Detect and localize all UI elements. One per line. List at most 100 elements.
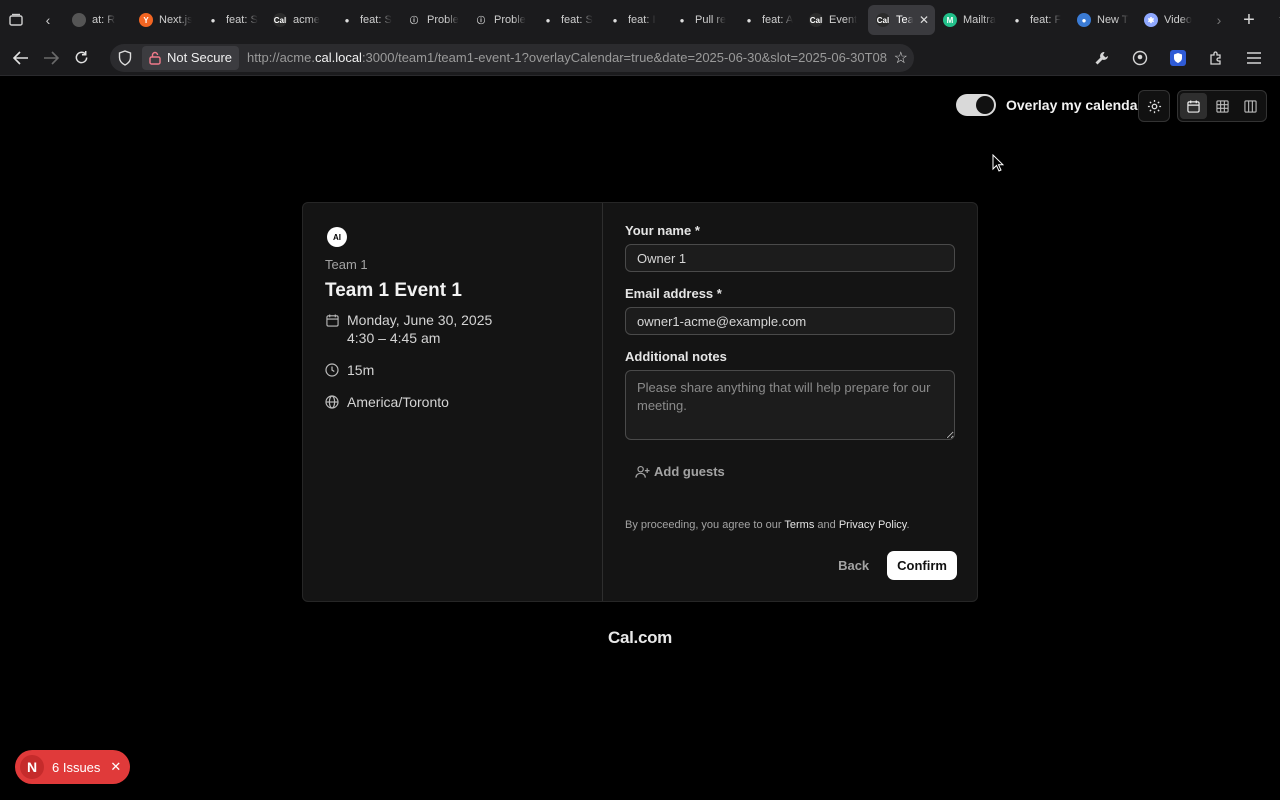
legal-prefix: By proceeding, you agree to our [625, 519, 785, 531]
tab-title: Video [1164, 14, 1192, 26]
back-arrow-icon[interactable] [6, 44, 36, 72]
tab-list-chevron-icon[interactable] [1271, 6, 1280, 34]
tab-title: Next.js [159, 14, 192, 26]
mouse-cursor-icon [992, 154, 1004, 172]
booking-card: AI Team 1 Team 1 Event 1 Monday, June 30… [302, 202, 978, 602]
browser-tab[interactable]: Y Next.js [131, 5, 198, 35]
info-icon: ⓘ [410, 15, 418, 25]
browser-tab[interactable]: ● feat: A [734, 5, 801, 35]
browser-tab[interactable]: ● feat: S [198, 5, 265, 35]
legal-suffix: . [906, 519, 910, 531]
github-icon: ● [746, 15, 752, 25]
column-view-button[interactable] [1237, 93, 1264, 119]
security-indicator[interactable]: Not Secure [142, 45, 240, 70]
tab-overview-icon[interactable] [0, 4, 32, 36]
tab-title: feat: S [360, 14, 392, 26]
cal-icon: Cal [876, 13, 890, 27]
month-view-button[interactable] [1180, 93, 1207, 119]
event-timezone-row: America/Toronto [325, 393, 580, 411]
new-tab-icon[interactable]: + [1235, 6, 1263, 34]
tab-title: feat: I [628, 14, 656, 26]
terms-link[interactable]: Terms [784, 519, 814, 531]
account-icon[interactable] [1126, 44, 1154, 72]
calendar-icon [325, 311, 339, 329]
event-meta-panel: AI Team 1 Team 1 Event 1 Monday, June 30… [303, 203, 603, 601]
browser-tab[interactable]: ● feat: S [332, 5, 399, 35]
name-input[interactable] [625, 244, 955, 272]
email-input[interactable] [625, 307, 955, 335]
generic [72, 13, 86, 27]
overlay-label: Overlay my calendar [1006, 97, 1143, 113]
overlay-calendar-toggle[interactable]: Overlay my calendar [956, 94, 1143, 116]
extensions-puzzle-icon[interactable] [1202, 44, 1230, 72]
add-guests-button[interactable]: Add guests [635, 464, 955, 479]
tab-title: acme [293, 14, 320, 26]
confirm-button[interactable]: Confirm [887, 551, 957, 580]
url-host: cal.local [314, 50, 362, 65]
booking-page: Overlay my calendar AI Team 1 Team 1 Eve… [0, 76, 1280, 800]
back-button[interactable]: Back [836, 552, 871, 579]
tab-scroll-right-icon[interactable]: › [1203, 4, 1235, 36]
browser-tab[interactable]: ● Pull re [667, 5, 734, 35]
gear-icon [1147, 99, 1161, 113]
email-label: Email address * [625, 286, 722, 301]
notes-textarea[interactable] [625, 370, 955, 440]
forward-arrow-icon[interactable] [36, 44, 66, 72]
event-duration-row: 15m [325, 361, 580, 379]
browser-tab[interactable]: Cal Tea ✕ [868, 5, 935, 35]
browser-tab[interactable]: ● feat: F [1002, 5, 1069, 35]
github-icon: ● [344, 15, 350, 25]
firefox-icon: ● [1077, 13, 1091, 27]
browser-toolbar: Not Secure http://acme.cal.local:3000/te… [0, 40, 1280, 76]
notes-label: Additional notes [625, 349, 727, 364]
tab-scroll-left-icon[interactable]: ‹ [32, 4, 64, 36]
bookmark-star-icon[interactable]: ☆ [894, 48, 908, 68]
reload-icon[interactable] [66, 44, 96, 72]
tab-title: at: R [92, 14, 116, 26]
browser-tab[interactable]: M Mailtra [935, 5, 1002, 35]
browser-tab[interactable]: at: R [64, 5, 131, 35]
browser-tab[interactable]: ● feat: I [600, 5, 667, 35]
shield-icon[interactable] [118, 49, 134, 66]
browser-tab[interactable]: ✱ Video [1136, 5, 1203, 35]
grid-icon [1215, 99, 1229, 113]
overlay-switch[interactable] [956, 94, 996, 116]
url-rest: :3000/team1/team1-event-1?overlayCalenda… [361, 50, 887, 65]
brand-logo[interactable]: Cal.com [0, 628, 1280, 648]
tab-title: feat: F [1030, 14, 1062, 26]
tab-title: Proble [494, 14, 526, 26]
close-icon[interactable]: ✕ [110, 759, 121, 775]
calendar-icon [1187, 99, 1200, 113]
address-bar[interactable]: Not Secure http://acme.cal.local:3000/te… [110, 43, 914, 72]
menu-icon[interactable] [1240, 44, 1268, 72]
extension-shield-icon[interactable] [1164, 44, 1192, 72]
issues-count[interactable]: 6 Issues [52, 760, 100, 775]
url-text[interactable]: http://acme.cal.local:3000/team1/team1-e… [247, 50, 887, 65]
add-guests-label: Add guests [654, 464, 725, 479]
week-view-button[interactable] [1209, 93, 1236, 119]
tab-title: feat: S [226, 14, 258, 26]
close-tab-icon[interactable]: ✕ [919, 13, 929, 27]
event-duration: 15m [347, 362, 375, 378]
video-icon: ✱ [1144, 13, 1158, 27]
event-date: Monday, June 30, 2025 [347, 312, 493, 328]
tab-strip: at: R Y Next.js ● feat: S Cal acme ● feat: Sⓘ Pro… [64, 0, 1203, 40]
layout-switcher [1177, 90, 1267, 122]
tab-title: feat: S [561, 14, 593, 26]
github-icon: ● [612, 15, 618, 25]
columns-icon [1244, 99, 1257, 113]
browser-tab[interactable]: ⓘ Proble [466, 5, 533, 35]
browser-tab[interactable]: ⓘ Proble [399, 5, 466, 35]
browser-tab[interactable]: ● New T [1069, 5, 1136, 35]
calendar-settings-button[interactable] [1138, 90, 1170, 122]
browser-tab[interactable]: Cal Event [801, 5, 868, 35]
browser-tab[interactable]: Cal acme [265, 5, 332, 35]
next-dev-icon[interactable]: N [20, 755, 44, 779]
dev-issues-badge[interactable]: N 6 Issues ✕ [15, 750, 130, 784]
form-actions: Back Confirm [836, 551, 957, 580]
browser-tab[interactable]: ● feat: S [533, 5, 600, 35]
broken-lock-icon [149, 51, 161, 65]
event-timezone: America/Toronto [347, 394, 449, 410]
wrench-icon[interactable] [1088, 44, 1116, 72]
privacy-link[interactable]: Privacy Policy [839, 519, 907, 531]
